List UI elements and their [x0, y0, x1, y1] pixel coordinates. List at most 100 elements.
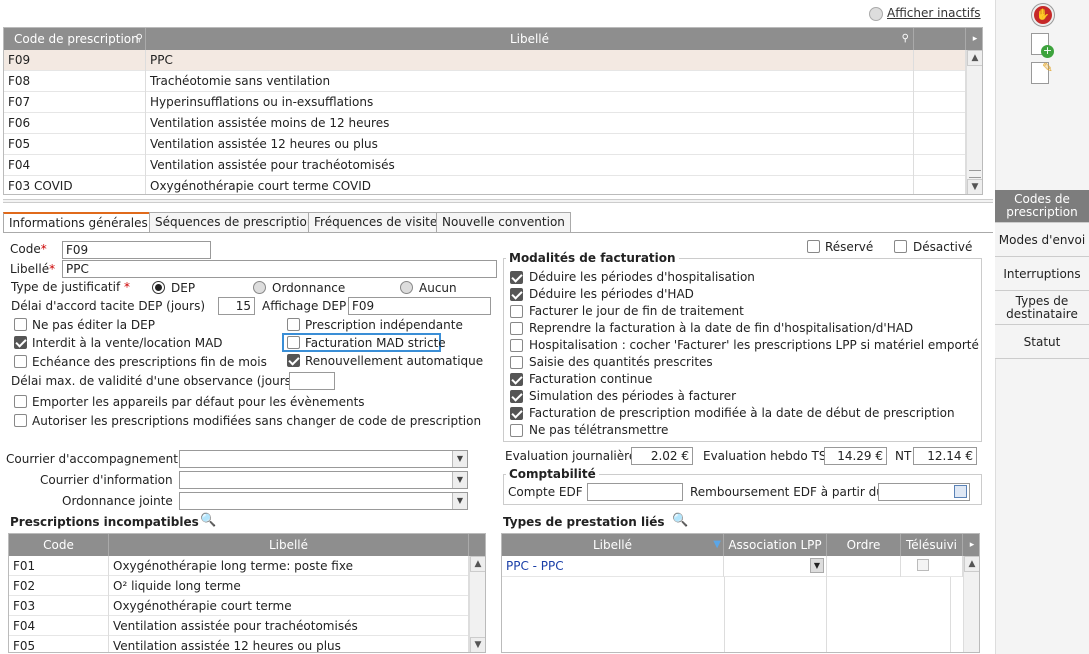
- modalite-checkbox[interactable]: [510, 305, 523, 318]
- table-row[interactable]: F04 Ventilation assistée pour trachéotomi…: [4, 155, 966, 176]
- table-row[interactable]: F09 PPC: [4, 50, 966, 71]
- facturation-mad-checkbox[interactable]: [287, 336, 300, 349]
- scroll-down-icon[interactable]: ▼: [470, 637, 485, 652]
- scroll-down-icon[interactable]: ▼: [967, 179, 982, 194]
- remboursement-date-field[interactable]: [878, 483, 970, 501]
- extra-cell: [914, 155, 966, 176]
- sidebar-item-types-destinataire[interactable]: Types de destinataire: [995, 291, 1089, 325]
- scroll-up-icon[interactable]: ▲: [470, 556, 485, 572]
- sidebar-item-codes[interactable]: Codes de prescription: [995, 190, 1089, 223]
- table-row[interactable]: F07 Hyperinsufflations ou in-exsufflation…: [4, 92, 966, 113]
- ne-pas-editer-checkbox[interactable]: [14, 318, 27, 331]
- delai-field[interactable]: 15: [218, 297, 255, 315]
- filter-icon[interactable]: ▼: [713, 534, 721, 556]
- chevron-down-icon[interactable]: ▼: [452, 472, 467, 488]
- table-row[interactable]: F02 O² liquide long terme: [9, 576, 469, 596]
- libelle-cell: Oxygénothérapie court terme: [109, 596, 469, 616]
- radio-ordonnance[interactable]: [253, 281, 266, 294]
- autoriser-checkbox[interactable]: [14, 414, 27, 427]
- modalite-checkbox[interactable]: [510, 339, 523, 352]
- modalite-checkbox[interactable]: [510, 407, 523, 420]
- scroll-up-icon[interactable]: ▲: [964, 556, 979, 572]
- tab-frequences[interactable]: Fréquences de visite: [308, 212, 444, 232]
- compte-edf-field[interactable]: [587, 483, 683, 501]
- courrier-accomp-select[interactable]: ▼: [179, 450, 468, 468]
- edit-document-icon[interactable]: ✎: [1031, 61, 1053, 84]
- delai-max-field[interactable]: [289, 372, 335, 390]
- binoculars-icon[interactable]: 🔍: [672, 513, 688, 528]
- tab-nouvelle-convention[interactable]: Nouvelle convention: [436, 212, 571, 232]
- desactive-checkbox[interactable]: [894, 240, 907, 253]
- column-header-code[interactable]: Code: [9, 534, 109, 556]
- afficher-inactifs-link[interactable]: Afficher inactifs: [887, 6, 981, 20]
- courrier-info-select[interactable]: ▼: [179, 471, 468, 489]
- code-field[interactable]: F09: [62, 241, 211, 259]
- modalite-checkbox[interactable]: [510, 322, 523, 335]
- table-row[interactable]: F05 Ventilation assistée 12 heures ou plu…: [4, 134, 966, 155]
- chevron-down-icon[interactable]: ▼: [452, 451, 467, 467]
- modalite-checkbox[interactable]: [510, 424, 523, 437]
- affichage-dep-field[interactable]: F09: [348, 297, 491, 315]
- column-header-libelle[interactable]: Libellé ⚲: [146, 28, 914, 50]
- column-header-libelle[interactable]: Libellé: [109, 534, 469, 556]
- interdit-label: Interdit à la vente/location MAD: [32, 336, 223, 350]
- scroll-right-icon[interactable]: ▸: [966, 28, 982, 50]
- table-row[interactable]: F04 Ventilation assistée pour trachéotomi…: [9, 616, 469, 636]
- binoculars-icon[interactable]: 🔍: [200, 513, 216, 528]
- chevron-down-icon[interactable]: ▼: [810, 558, 824, 573]
- prescription-indep-checkbox[interactable]: [287, 318, 300, 331]
- stop-icon[interactable]: ✋: [1032, 4, 1054, 26]
- tab-sequences[interactable]: Séquences de prescription: [149, 212, 321, 232]
- extra-cell: [914, 176, 966, 194]
- scroll-right-icon[interactable]: ▸: [964, 534, 979, 556]
- association-cell[interactable]: ▼: [724, 556, 827, 577]
- prestations-title: Types de prestation liés: [503, 515, 665, 529]
- telesuivi-checkbox[interactable]: [917, 559, 929, 571]
- sidebar-item-statut[interactable]: Statut: [995, 325, 1089, 359]
- sidebar-item-modes-envoi[interactable]: Modes d'envoi: [995, 223, 1089, 257]
- grid-scrollbar[interactable]: ▲ ▼: [966, 50, 982, 194]
- table-row[interactable]: F03 COVID Oxygénothérapie court terme COV…: [4, 176, 966, 194]
- add-document-icon[interactable]: +: [1031, 33, 1054, 58]
- scroll-up-icon[interactable]: ▲: [967, 50, 982, 66]
- emporter-checkbox[interactable]: [14, 395, 27, 408]
- prestations-scrollbar[interactable]: ▲: [963, 556, 979, 652]
- table-row[interactable]: PPC - PPC ▼: [502, 556, 963, 577]
- modalite-checkbox[interactable]: [510, 288, 523, 301]
- sidebar-item-interruptions[interactable]: Interruptions: [995, 257, 1089, 291]
- radio-aucun[interactable]: [400, 281, 413, 294]
- libelle-field[interactable]: PPC: [62, 260, 497, 278]
- table-row[interactable]: F06 Ventilation assistée moins de 12 heur…: [4, 113, 966, 134]
- extra-cell: [914, 92, 966, 113]
- splitter[interactable]: [3, 199, 993, 203]
- modalite-checkbox[interactable]: [510, 271, 523, 284]
- column-header-telesuivi[interactable]: Télésuivi: [901, 534, 963, 556]
- table-row[interactable]: F03 Oxygénothérapie court terme: [9, 596, 469, 616]
- modalite-checkbox[interactable]: [510, 390, 523, 403]
- column-header-ordre[interactable]: Ordre: [827, 534, 901, 556]
- table-row[interactable]: F05 Ventilation assistée 12 heures ou plu…: [9, 636, 469, 652]
- telesuivi-cell[interactable]: [901, 556, 963, 577]
- radio-dep[interactable]: [152, 281, 165, 294]
- interdit-checkbox[interactable]: [14, 336, 27, 349]
- table-row[interactable]: F01 Oxygénothérapie long terme: poste fix…: [9, 556, 469, 576]
- nt-field[interactable]: 12.14 €: [913, 447, 977, 465]
- table-row[interactable]: F08 Trachéotomie sans ventilation: [4, 71, 966, 92]
- incompatibles-scrollbar[interactable]: ▲ ▼: [469, 556, 485, 652]
- ordonnance-jointe-select[interactable]: ▼: [179, 492, 468, 510]
- scroll-thumb[interactable]: [969, 170, 981, 178]
- eval-journaliere-field[interactable]: 2.02 €: [631, 447, 693, 465]
- eval-hebdo-field[interactable]: 14.29 €: [824, 447, 887, 465]
- modalite-checkbox[interactable]: [510, 373, 523, 386]
- column-header-libelle[interactable]: Libellé ▼: [502, 534, 724, 556]
- column-header-code[interactable]: Code de prescription ⚲: [4, 28, 146, 50]
- tab-informations-generales[interactable]: Informations générales: [3, 212, 154, 233]
- echeance-checkbox[interactable]: [14, 355, 27, 368]
- calendar-icon[interactable]: [954, 485, 967, 498]
- reserve-checkbox[interactable]: [807, 240, 820, 253]
- column-header-association[interactable]: Association LPP: [724, 534, 827, 556]
- renouvellement-checkbox[interactable]: [287, 354, 300, 367]
- chevron-down-icon[interactable]: ▼: [452, 493, 467, 509]
- modalite-checkbox[interactable]: [510, 356, 523, 369]
- ordre-cell[interactable]: [827, 556, 901, 577]
